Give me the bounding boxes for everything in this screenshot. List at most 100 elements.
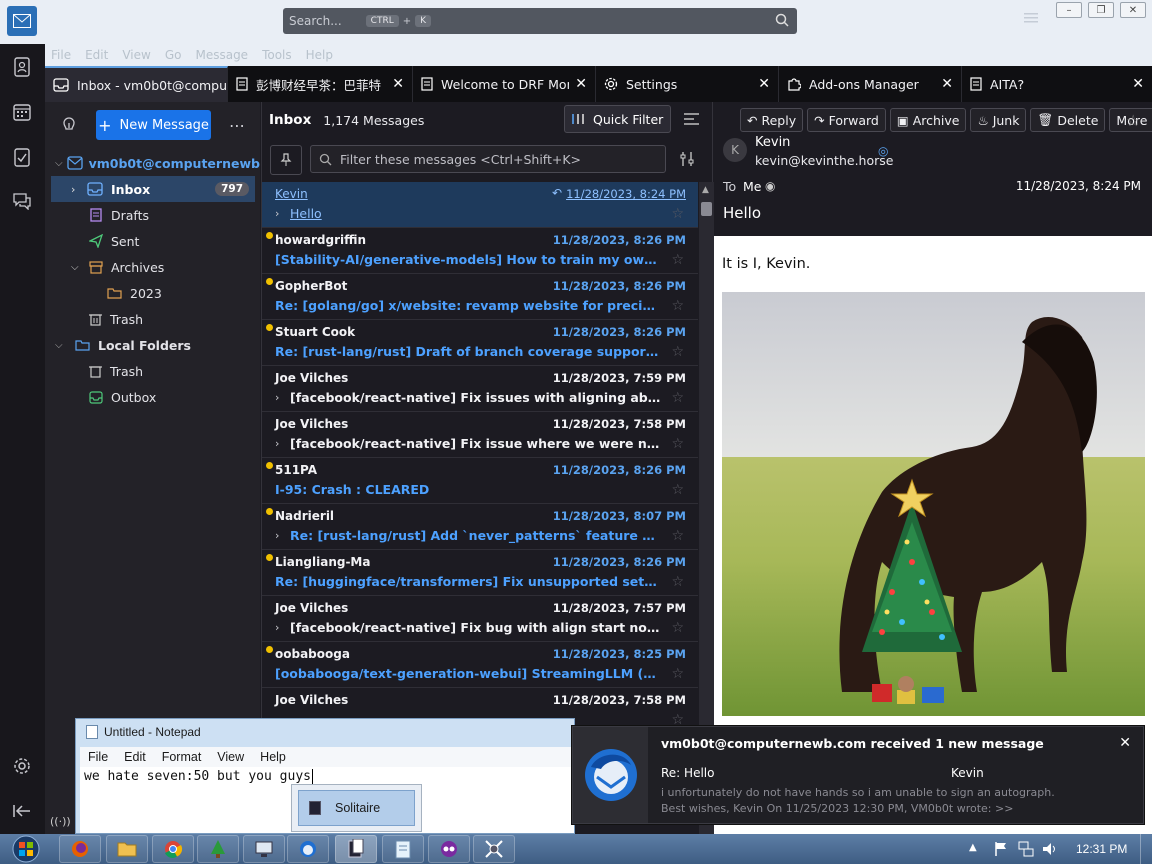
- star-icon[interactable]: ☆: [671, 298, 684, 314]
- star-icon[interactable]: ☆: [671, 482, 684, 498]
- notepad-menu-format[interactable]: Format: [162, 750, 202, 764]
- maximize-button[interactable]: ❐: [1088, 2, 1114, 18]
- purple-app-taskbar-icon[interactable]: [428, 835, 470, 863]
- star-icon[interactable]: ☆: [671, 620, 684, 636]
- solitaire-taskbar-icon[interactable]: [335, 835, 377, 863]
- network-app-taskbar-icon[interactable]: [243, 835, 285, 863]
- more-options-icon[interactable]: ⋯: [229, 116, 245, 135]
- sender-email[interactable]: kevin@kevinthe.horse: [755, 153, 893, 168]
- quick-filter-button[interactable]: Quick Filter: [564, 105, 671, 133]
- message-row[interactable]: Liangliang-Ma 11/28/2023, 8:26 PM Re: [hug…: [262, 550, 698, 596]
- star-icon[interactable]: ☆: [671, 206, 684, 222]
- notepad-menu-help[interactable]: Help: [260, 750, 286, 764]
- pin-filter-button[interactable]: [270, 145, 302, 175]
- get-messages-icon[interactable]: [61, 117, 77, 133]
- close-window-button[interactable]: ✕: [1120, 2, 1146, 18]
- menu-tools[interactable]: Tools: [262, 48, 292, 62]
- to-recipient[interactable]: Me: [743, 179, 761, 194]
- menu-view[interactable]: View: [122, 48, 150, 62]
- chevron-right-icon[interactable]: ›: [275, 621, 279, 634]
- star-icon[interactable]: ☆: [671, 390, 684, 406]
- star-icon[interactable]: ☆: [671, 528, 684, 544]
- notepad-menu-edit[interactable]: Edit: [124, 750, 146, 764]
- folder-archives[interactable]: ⌵ Archives: [51, 254, 255, 280]
- close-tab-icon[interactable]: ✕: [392, 76, 404, 92]
- account-vm0b0t[interactable]: ⌵ vm0b0t@computernewb...: [51, 150, 274, 176]
- new-message-button[interactable]: + New Message: [96, 110, 211, 140]
- app-menu-icon[interactable]: [1024, 12, 1038, 24]
- filter-messages-input[interactable]: Filter these messages <Ctrl+Shift+K>: [310, 145, 666, 173]
- add-contact-icon[interactable]: ◎: [878, 144, 888, 158]
- star-icon[interactable]: ☆: [1126, 111, 1140, 130]
- tab-inbox[interactable]: Inbox - vm0b0t@compute: [45, 66, 228, 102]
- tab-drf-morning[interactable]: Welcome to DRF Morn ✕: [413, 66, 596, 102]
- message-row[interactable]: oobabooga 11/28/2023, 8:25 PM [oobabooga/t…: [262, 642, 698, 688]
- mail-space-icon[interactable]: [7, 6, 37, 36]
- star-icon[interactable]: ☆: [671, 574, 684, 590]
- message-row[interactable]: 511PA 11/28/2023, 8:26 PM I-95: Crash : CL…: [262, 458, 698, 504]
- global-search-input[interactable]: Search... CTRL + K: [283, 8, 797, 34]
- star-icon[interactable]: ☆: [671, 344, 684, 360]
- delete-button[interactable]: 🗑 Delete: [1030, 108, 1106, 132]
- chevron-right-icon[interactable]: ›: [275, 207, 279, 220]
- tab-aita[interactable]: AITA? ✕: [962, 66, 1152, 102]
- settings-app-taskbar-icon[interactable]: [473, 835, 515, 863]
- address-book-icon[interactable]: [11, 56, 33, 78]
- thunderbird-taskbar-icon[interactable]: [287, 835, 329, 863]
- menu-go[interactable]: Go: [165, 48, 182, 62]
- new-mail-notification[interactable]: vm0b0t@computernewb.com received 1 new m…: [572, 726, 1144, 824]
- notepad-taskbar-icon[interactable]: [382, 835, 424, 863]
- reply-button[interactable]: ↶ Reply: [740, 108, 804, 132]
- flag-icon[interactable]: [994, 841, 1008, 857]
- explorer-taskbar-icon[interactable]: [106, 835, 148, 863]
- local-trash[interactable]: Trash: [51, 358, 255, 384]
- folder-sent[interactable]: Sent: [51, 228, 255, 254]
- close-tab-icon[interactable]: ✕: [1132, 76, 1144, 92]
- message-row[interactable]: Joe Vilches 11/28/2023, 7:58 PM › [facebook…: [262, 412, 698, 458]
- tasks-icon[interactable]: [11, 146, 33, 168]
- menu-file[interactable]: File: [51, 48, 71, 62]
- folder-trash[interactable]: Trash: [51, 306, 255, 332]
- chevron-right-icon[interactable]: ›: [275, 437, 279, 450]
- tab-addons[interactable]: Add-ons Manager ✕: [779, 66, 962, 102]
- close-tab-icon[interactable]: ✕: [941, 76, 953, 92]
- chevron-right-icon[interactable]: ›: [275, 391, 279, 404]
- firefox-taskbar-icon[interactable]: [59, 835, 101, 863]
- local-folders[interactable]: ⌵ Local Folders: [51, 332, 255, 358]
- message-row[interactable]: GopherBot 11/28/2023, 8:26 PM Re: [golang/…: [262, 274, 698, 320]
- taskbar-clock[interactable]: 12:31 PM: [1076, 842, 1127, 856]
- menu-edit[interactable]: Edit: [85, 48, 108, 62]
- message-row[interactable]: howardgriffin 11/28/2023, 8:26 PM [Stabili…: [262, 228, 698, 274]
- folder-inbox[interactable]: › Inbox 797: [51, 176, 255, 202]
- forward-button[interactable]: ↷ Forward: [807, 108, 886, 132]
- menu-help[interactable]: Help: [306, 48, 333, 62]
- folder-archives-2023[interactable]: 2023: [51, 280, 255, 306]
- tree-app-taskbar-icon[interactable]: [197, 835, 239, 863]
- archive-button[interactable]: ▣ Archive: [889, 108, 967, 132]
- local-outbox[interactable]: Outbox: [51, 384, 255, 410]
- notepad-menu-file[interactable]: File: [88, 750, 108, 764]
- chrome-taskbar-icon[interactable]: [152, 835, 194, 863]
- star-icon[interactable]: ☆: [671, 252, 684, 268]
- minimize-button[interactable]: –: [1056, 2, 1082, 18]
- volume-icon[interactable]: [1042, 841, 1058, 857]
- tab-article-chinese[interactable]: 彭博财经早茶：巴菲特 ✕: [228, 66, 413, 102]
- collapse-spaces-icon[interactable]: [11, 800, 33, 822]
- notepad-menu-view[interactable]: View: [217, 750, 244, 764]
- menu-message[interactable]: Message: [195, 48, 248, 62]
- sender-name[interactable]: Kevin: [755, 135, 790, 150]
- message-row[interactable]: Kevin 11/28/2023, 8:24 PM ↶ › Hello ☆: [262, 182, 698, 228]
- tab-settings[interactable]: Settings ✕: [596, 66, 779, 102]
- show-hidden-icons-icon[interactable]: ▲: [969, 842, 977, 853]
- calendar-icon[interactable]: [11, 101, 33, 123]
- chat-icon[interactable]: [11, 190, 33, 212]
- junk-button[interactable]: ♨ Junk: [970, 108, 1027, 132]
- filter-options-icon[interactable]: [680, 152, 694, 166]
- message-row[interactable]: Stuart Cook 11/28/2023, 8:26 PM Re: [rust-…: [262, 320, 698, 366]
- list-display-options-icon[interactable]: [684, 112, 699, 126]
- star-icon[interactable]: ☆: [671, 436, 684, 452]
- chevron-right-icon[interactable]: ›: [275, 529, 279, 542]
- close-tab-icon[interactable]: ✕: [575, 76, 587, 92]
- close-icon[interactable]: ✕: [1119, 735, 1131, 751]
- start-button[interactable]: [6, 834, 46, 864]
